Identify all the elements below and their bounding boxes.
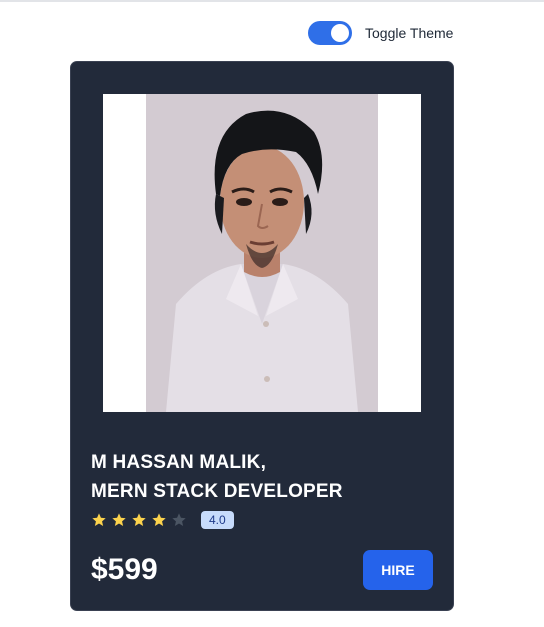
profile-name: M HASSAN MALIK, MERN STACK DEVELOPER xyxy=(91,448,343,506)
theme-toggle-label: Toggle Theme xyxy=(365,25,454,41)
profile-photo-frame xyxy=(103,94,421,412)
star-icon xyxy=(152,513,166,526)
rating-stars xyxy=(91,512,191,528)
rating-badge: 4.0 xyxy=(201,511,234,529)
rating-row: 4.0 xyxy=(91,511,234,529)
price: $599 xyxy=(91,553,158,586)
theme-toggle-switch[interactable] xyxy=(308,21,352,45)
profile-photo xyxy=(146,94,378,412)
profile-name-line1: M HASSAN MALIK, xyxy=(91,452,267,473)
profile-title-line2: MERN STACK DEVELOPER xyxy=(91,481,343,502)
star-icon xyxy=(92,513,106,526)
star-icon xyxy=(132,513,146,526)
profile-card: M HASSAN MALIK, MERN STACK DEVELOPER 4.0… xyxy=(70,61,454,611)
toggle-knob xyxy=(331,24,349,42)
hire-button[interactable]: HIRE xyxy=(363,550,433,590)
star-icon xyxy=(112,513,126,526)
star-icon xyxy=(172,513,186,526)
theme-toggle-row: Toggle Theme xyxy=(308,21,453,45)
top-divider xyxy=(0,0,544,2)
